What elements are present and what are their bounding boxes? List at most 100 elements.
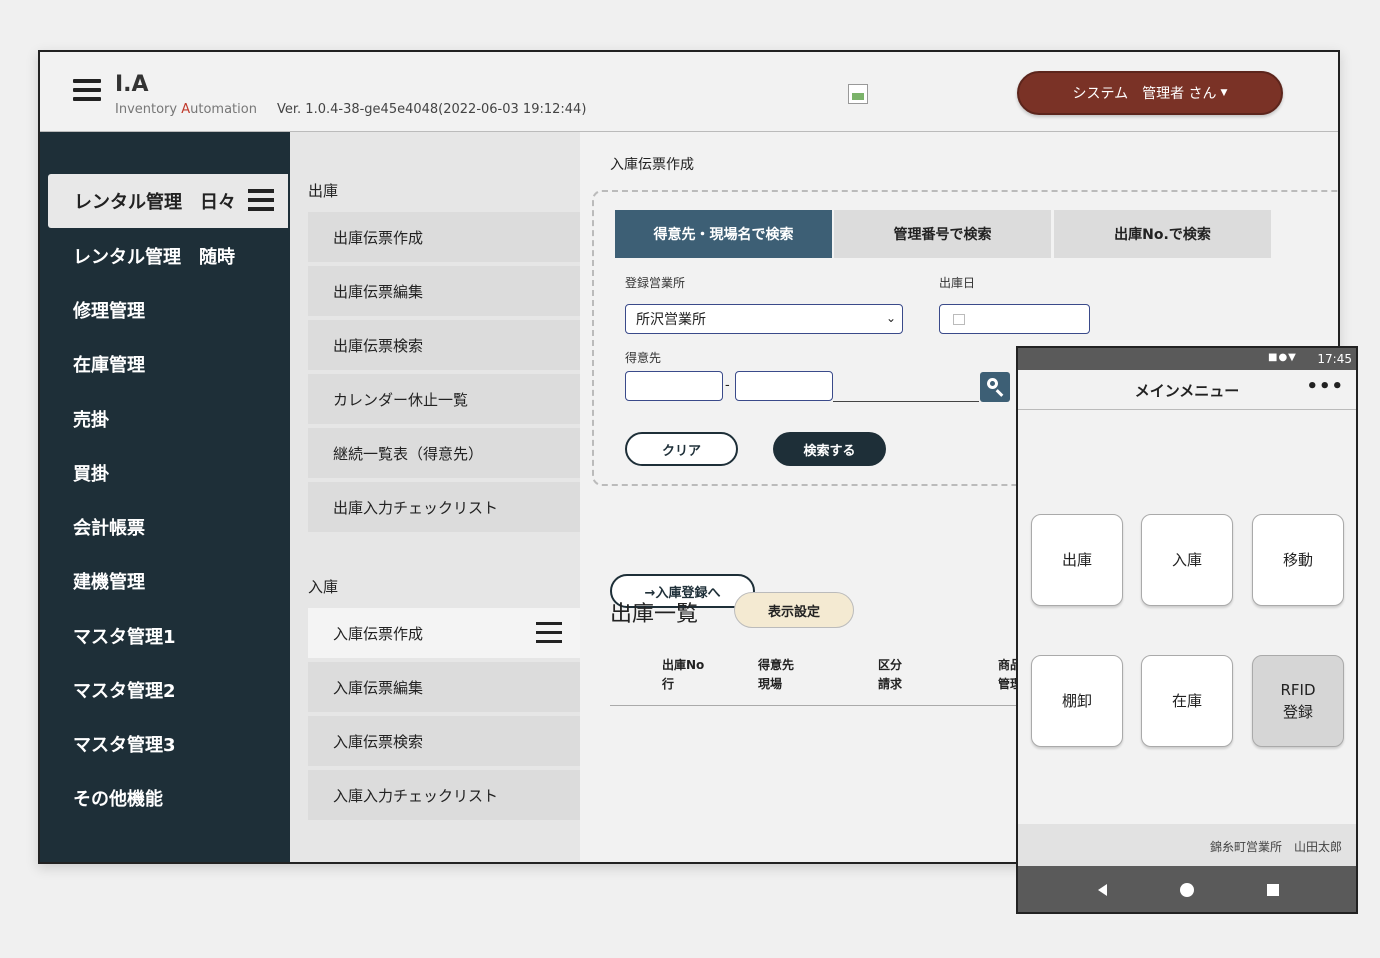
sidebar-item-payable[interactable]: 買掛 [40, 446, 290, 500]
tab-control-number[interactable]: 管理番号で検索 [834, 210, 1051, 258]
tile-stocktake[interactable]: 棚卸 [1031, 655, 1123, 747]
sidebar-item-label: マスタ管理3 [73, 735, 176, 756]
sidebar-item-master1[interactable]: マスタ管理1 [40, 609, 290, 663]
customer-code-input-1[interactable] [625, 371, 723, 401]
user-office-info: 錦糸町営業所 山田太郎 [1018, 824, 1356, 866]
sidebar-item-label: 在庫管理 [73, 355, 145, 376]
sidebar-item-label: レンタル管理 随時 [73, 247, 235, 268]
submenu-item[interactable]: 出庫伝票作成 [308, 212, 580, 264]
date-input[interactable] [939, 304, 1090, 334]
sidebar: レンタル管理 日々 レンタル管理 随時 修理管理 在庫管理 売掛 買掛 会計帳票… [40, 132, 290, 862]
clear-button[interactable]: クリア [625, 432, 738, 466]
sidebar-item-label: レンタル管理 日々 [74, 192, 236, 213]
logo-sub-post: utomation [190, 102, 257, 117]
dash-separator: - [725, 378, 730, 393]
tile-receiving[interactable]: 入庫 [1141, 514, 1233, 606]
sidebar-item-other[interactable]: その他機能 [40, 771, 290, 825]
tab-customer-search[interactable]: 得意先・現場名で検索 [615, 210, 832, 258]
tile-rfid-register[interactable]: RFID 登録 [1252, 655, 1344, 747]
page-title: 入庫伝票作成 [610, 157, 694, 173]
tab-shipment-number[interactable]: 出庫No.で検索 [1054, 210, 1271, 258]
column-header: 区分 請求 [878, 656, 902, 694]
list-title: 出庫一覧 [610, 602, 699, 627]
submenu-item[interactable]: 入庫伝票編集 [308, 662, 580, 714]
header: I.A Inventory Automation Ver. 1.0.4-38-g… [40, 52, 1338, 132]
sidebar-item-accounting[interactable]: 会計帳票 [40, 500, 290, 554]
search-icon[interactable] [980, 372, 1010, 402]
submenu-item-label: 入庫伝票作成 [333, 624, 424, 643]
sidebar-item-machines[interactable]: 建機管理 [40, 554, 290, 608]
user-menu-button[interactable]: システム 管理者 さん ▼ [1017, 71, 1283, 115]
status-bar: ■●▼ 17:45 [1018, 348, 1356, 370]
display-settings-button[interactable]: 表示設定 [734, 592, 854, 628]
customer-name-field[interactable] [833, 401, 979, 402]
office-select[interactable]: 所沢営業所 ⌄ [625, 304, 903, 334]
submenu-item[interactable]: 入庫入力チェックリスト [308, 770, 580, 822]
sidebar-item-receivable[interactable]: 売掛 [40, 392, 290, 446]
customer-label: 得意先 [625, 351, 662, 365]
search-button[interactable]: 検索する [773, 432, 886, 466]
submenu-item[interactable]: 出庫伝票編集 [308, 266, 580, 318]
status-time: 17:45 [1317, 352, 1352, 366]
sidebar-item-label: マスタ管理1 [73, 627, 176, 648]
date-label: 出庫日 [939, 276, 976, 290]
column-header: 得意先 現場 [758, 656, 794, 694]
logo-title: I.A [115, 72, 149, 97]
sidebar-item-label: 売掛 [73, 410, 109, 431]
submenu-item-active[interactable]: 入庫伝票作成 [308, 608, 580, 660]
more-options-icon[interactable]: ••• [1306, 376, 1344, 397]
customer-code-input-2[interactable] [735, 371, 833, 401]
sidebar-item-master2[interactable]: マスタ管理2 [40, 663, 290, 717]
sidebar-item-inventory[interactable]: 在庫管理 [40, 337, 290, 391]
logo-sub-pre: Inventory [115, 102, 182, 117]
sidebar-item-rental-anytime[interactable]: レンタル管理 随時 [40, 229, 290, 283]
home-icon[interactable] [1180, 883, 1194, 897]
app-title: メインメニュー [1134, 382, 1240, 400]
back-icon[interactable] [1098, 884, 1107, 896]
submenu: 出庫 出庫伝票作成 出庫伝票編集 出庫伝票検索 カレンダー休止一覧 継続一覧表（… [290, 132, 580, 862]
column-header-line1: 出庫No [662, 658, 705, 672]
submenu-section-out: 出庫 [308, 182, 339, 200]
logo-sub-accent: A [181, 102, 191, 117]
column-header-line1: 得意先 [758, 658, 795, 672]
submenu-item[interactable]: 出庫入力チェックリスト [308, 482, 580, 534]
sidebar-item-label: 買掛 [73, 464, 109, 485]
submenu-item[interactable]: カレンダー休止一覧 [308, 374, 580, 426]
menu-icon[interactable] [73, 79, 101, 103]
column-header: 出庫No 行 [662, 656, 704, 694]
submenu-item[interactable]: 出庫伝票検索 [308, 320, 580, 372]
calendar-icon [953, 314, 965, 325]
chevron-down-icon: ⌄ [885, 311, 896, 325]
submenu-section-in: 入庫 [308, 578, 339, 596]
logo-subtitle: Inventory Automation [115, 102, 257, 117]
submenu-item[interactable]: 継続一覧表（得意先） [308, 428, 580, 480]
office-label: 登録営業所 [625, 276, 686, 290]
user-label: システム 管理者 さん [1072, 86, 1217, 102]
column-header-line2: 行 [662, 677, 675, 691]
menu-icon[interactable] [248, 189, 274, 211]
office-value: 所沢営業所 [636, 312, 706, 328]
status-icons: ■●▼ [1268, 352, 1297, 363]
menu-icon[interactable] [536, 622, 562, 644]
version-text: Ver. 1.0.4-38-ge45e4048(2022-06-03 19:12… [277, 102, 587, 117]
column-header-line1: 区分 [878, 658, 903, 672]
sidebar-item-label: その他機能 [73, 789, 163, 810]
sidebar-item-label: 修理管理 [73, 301, 145, 322]
app-bar: メインメニュー ••• [1018, 370, 1356, 410]
tile-move[interactable]: 移動 [1252, 514, 1344, 606]
caret-down-icon: ▼ [1220, 88, 1228, 98]
sidebar-item-label: 建機管理 [73, 572, 145, 593]
recent-apps-icon[interactable] [1267, 884, 1279, 896]
sidebar-item-repair[interactable]: 修理管理 [40, 283, 290, 337]
sidebar-item-label: 会計帳票 [73, 518, 145, 539]
tile-stock[interactable]: 在庫 [1141, 655, 1233, 747]
sidebar-item-rental-daily[interactable]: レンタル管理 日々 [48, 174, 288, 228]
tile-shipping[interactable]: 出庫 [1031, 514, 1123, 606]
column-header-line2: 請求 [878, 677, 903, 691]
column-header-line2: 現場 [758, 677, 783, 691]
submenu-item[interactable]: 入庫伝票検索 [308, 716, 580, 768]
sidebar-item-label: マスタ管理2 [73, 681, 176, 702]
android-nav-bar [1018, 866, 1356, 912]
sidebar-item-master3[interactable]: マスタ管理3 [40, 717, 290, 771]
phone-screen: ■●▼ 17:45 メインメニュー ••• 出庫 入庫 移動 棚卸 在庫 RFI… [1016, 346, 1358, 914]
